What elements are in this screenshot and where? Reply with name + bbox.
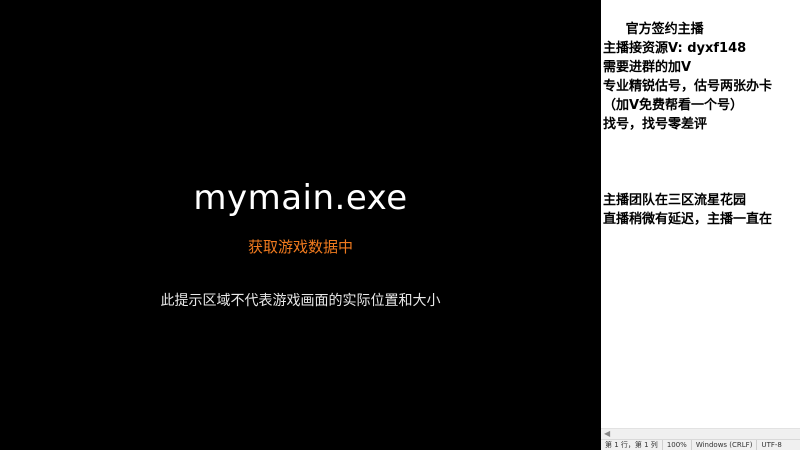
notepad-line: 主播团队在三区流星花园 — [603, 193, 747, 208]
notepad-line: 官方签约主播 — [603, 22, 704, 37]
notepad-line: 直播稍微有延迟，主播一直在 — [603, 212, 773, 227]
game-loading-panel: mymain.exe 获取游戏数据中 此提示区域不代表游戏画面的实际位置和大小 — [0, 0, 601, 450]
line-ending: Windows (CRLF) — [690, 440, 757, 450]
notepad-line: 专业精锐估号，估号两张办卡 — [603, 79, 773, 94]
notepad-line: 需要进群的加V — [603, 60, 692, 75]
notepad-line — [603, 153, 799, 172]
notepad-line — [603, 134, 799, 153]
loading-status: 获取游戏数据中 — [247, 238, 353, 256]
notepad-statusbar: 第 1 行，第 1 列 100% Windows (CRLF) UTF-8 — [601, 439, 800, 450]
encoding: UTF-8 — [756, 440, 785, 450]
notepad-text-area[interactable]: 官方签约主播 主播接资源V: dyxf148 需要进群的加V 专业精锐估号，估号… — [603, 20, 799, 229]
horizontal-scrollbar[interactable]: ◀ — [601, 428, 800, 439]
notepad-editor[interactable]: 官方签约主播 主播接资源V: dyxf148 需要进群的加V 专业精锐估号，估号… — [601, 0, 800, 450]
notepad-line: （加V免费帮看一个号） — [603, 98, 744, 113]
zoom-level: 100% — [661, 440, 691, 450]
notepad-line — [603, 172, 799, 191]
screen: mymain.exe 获取游戏数据中 此提示区域不代表游戏画面的实际位置和大小 … — [0, 0, 800, 450]
cursor-position: 第 1 行，第 1 列 — [605, 441, 658, 449]
hint-text: 此提示区域不代表游戏画面的实际位置和大小 — [160, 293, 441, 309]
scroll-left-arrow-icon[interactable]: ◀ — [604, 429, 610, 439]
notepad-line: 找号，找号零差评 — [603, 117, 708, 132]
exe-title: mymain.exe — [193, 178, 408, 218]
notepad-line: 主播接资源V: dyxf148 — [603, 41, 747, 56]
